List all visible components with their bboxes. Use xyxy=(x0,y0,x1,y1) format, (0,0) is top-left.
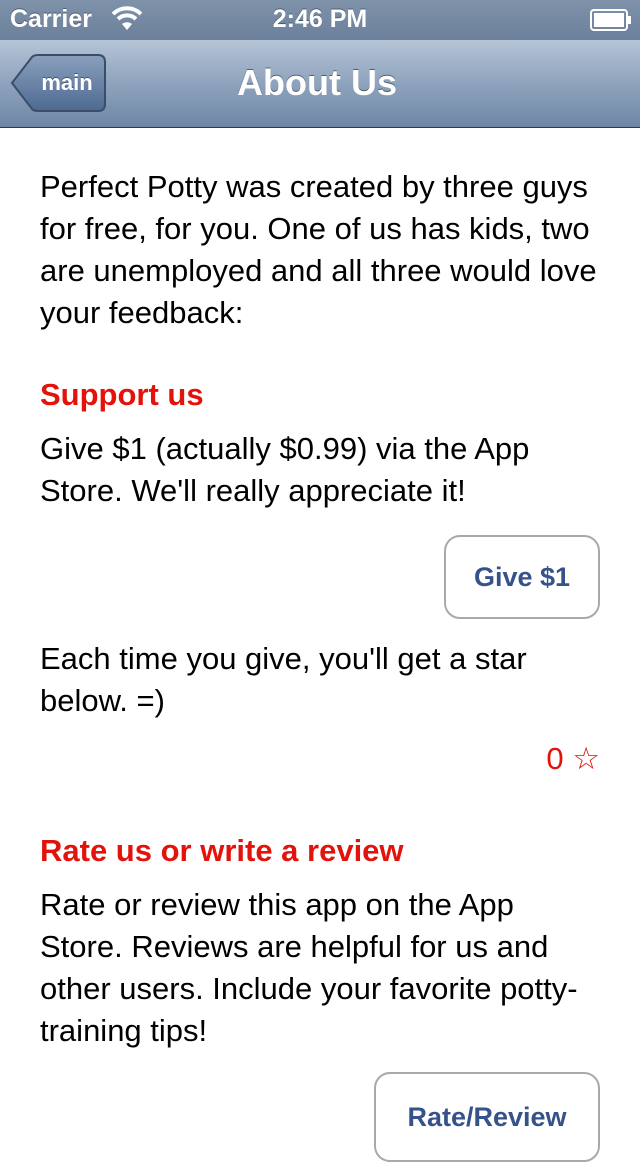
star-count: 0 ☆ xyxy=(546,741,600,776)
review-button-row: Rate/Review xyxy=(40,1052,600,1162)
support-heading: Support us xyxy=(40,377,204,412)
review-heading: Rate us or write a review xyxy=(40,833,404,868)
review-text: Rate or review this app on the App Store… xyxy=(40,887,578,1048)
about-content: Perfect Potty was created by three guys … xyxy=(40,166,600,1162)
navigation-bar: main About Us xyxy=(0,40,640,128)
battery-icon xyxy=(590,9,632,31)
intro-text: Perfect Potty was created by three guys … xyxy=(40,169,597,330)
support-text: Give $1 (actually $0.99) via the App Sto… xyxy=(40,431,530,508)
status-bar: Carrier 2:46 PM xyxy=(0,0,640,40)
star-info-text: Each time you give, you'll get a star be… xyxy=(40,641,527,718)
rate-review-button[interactable]: Rate/Review xyxy=(374,1072,600,1162)
page-title: About Us xyxy=(237,62,397,103)
clock: 2:46 PM xyxy=(272,5,368,33)
give-button[interactable]: Give $1 xyxy=(444,535,600,619)
give-button-row: Give $1 xyxy=(40,512,600,624)
star-count-row: 0 ☆ xyxy=(40,722,600,788)
